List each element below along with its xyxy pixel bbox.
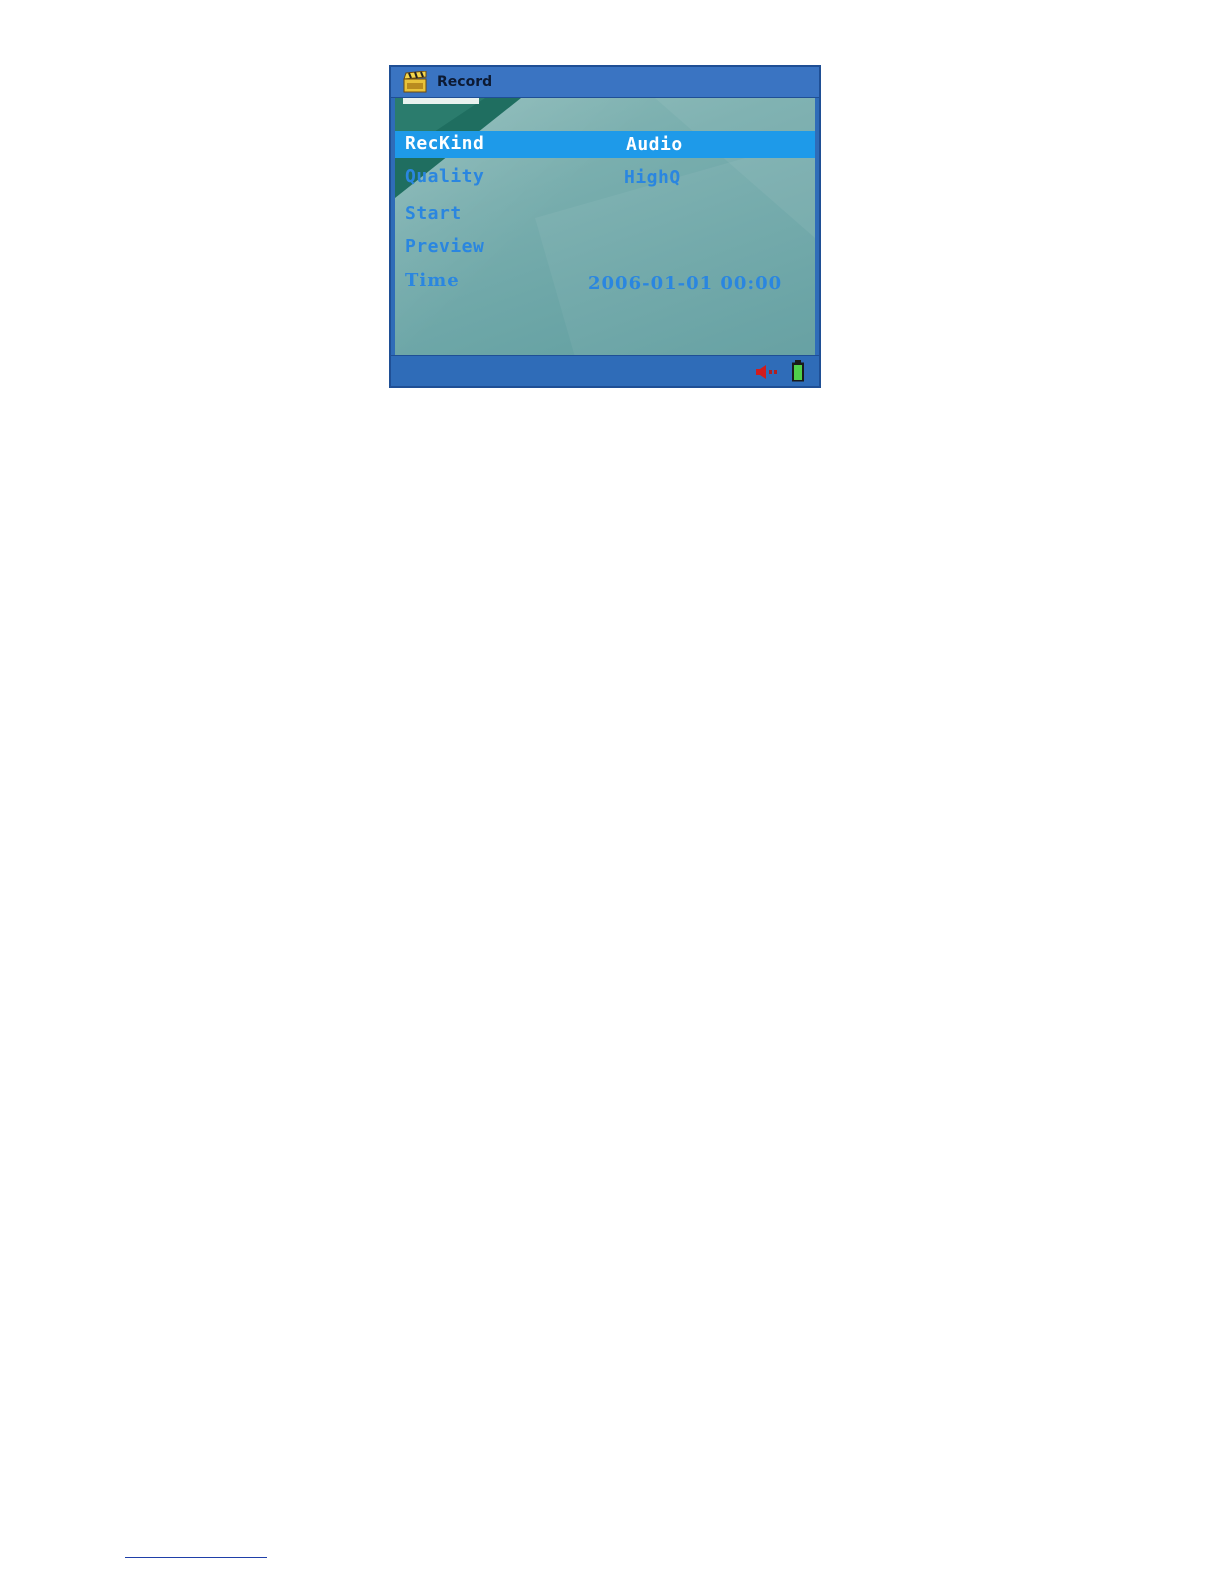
menu-item-label: RecKind [405, 133, 485, 154]
menu-item-quality[interactable]: Quality HighQ [395, 164, 815, 191]
menu-item-reckind[interactable]: RecKind Audio [395, 131, 815, 158]
menu-item-label: Time [405, 270, 460, 291]
footnote-rule [125, 1557, 267, 1558]
menu-item-value: HighQ [624, 167, 681, 188]
menu-item-label: Start [405, 203, 462, 224]
menu-item-value: 2006-01-01 00:00 [588, 273, 783, 294]
speaker-icon [755, 364, 781, 379]
status-bar [391, 355, 819, 386]
menu-item-time[interactable]: Time 2006-01-01 00:00 [395, 268, 815, 295]
menu-item-start[interactable]: Start [395, 201, 815, 228]
menu-item-label: Preview [405, 236, 485, 257]
menu-item-value: Audio [626, 134, 683, 155]
device-screen: Record RecKind Audio Quality HighQ Start… [389, 65, 821, 388]
menu-item-preview[interactable]: Preview [395, 234, 815, 261]
battery-icon [791, 360, 805, 382]
menu-item-label: Quality [405, 166, 485, 187]
menu-panel: RecKind Audio Quality HighQ Start Previe… [395, 98, 815, 357]
title-bar: Record [391, 67, 819, 98]
clapperboard-icon [403, 70, 427, 93]
window-title: Record [437, 74, 493, 90]
